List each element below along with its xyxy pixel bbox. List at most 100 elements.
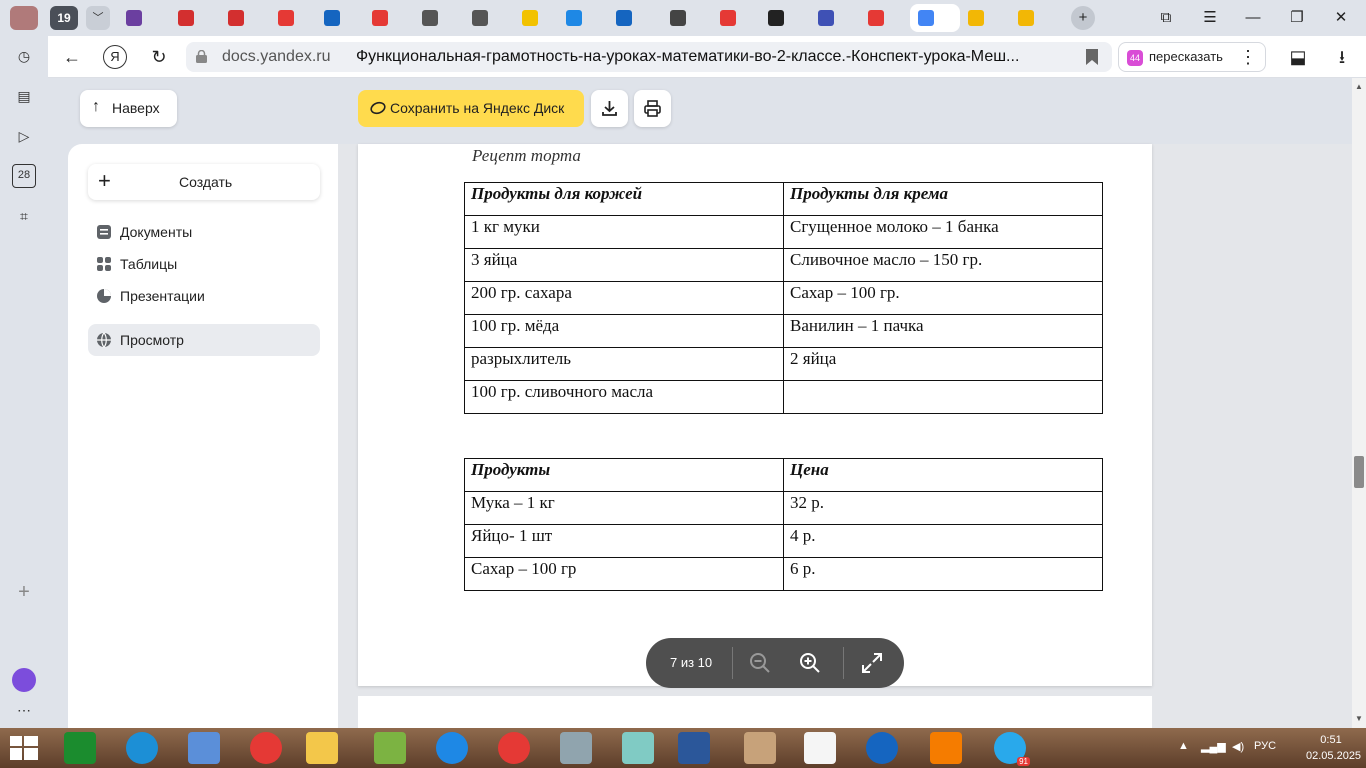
tab-8[interactable] bbox=[464, 4, 508, 32]
tab-5[interactable] bbox=[316, 4, 360, 32]
address-page-title: Функциональная-грамотность-на-уроках-мат… bbox=[356, 48, 1020, 65]
start-button[interactable] bbox=[10, 736, 38, 760]
create-button[interactable]: + Создать bbox=[88, 164, 320, 200]
extensions-icon[interactable]: ⬓ bbox=[1286, 45, 1310, 69]
tab-18[interactable] bbox=[960, 4, 1004, 32]
downloads-icon[interactable]: ⭳ bbox=[1330, 45, 1354, 69]
tab-6[interactable] bbox=[364, 4, 408, 32]
notes-icon[interactable]: ▤ bbox=[12, 84, 36, 108]
alice-icon[interactable] bbox=[12, 668, 36, 692]
minimize-button[interactable]: — bbox=[1241, 6, 1265, 30]
new-tab-button[interactable]: + bbox=[1071, 6, 1095, 30]
pdf-icon[interactable] bbox=[930, 732, 962, 764]
reload-button[interactable]: ↻ bbox=[147, 45, 171, 69]
language-indicator[interactable]: РУС bbox=[1254, 740, 1276, 752]
network-icon[interactable]: ▂▄▆ bbox=[1201, 740, 1226, 753]
table-cell: 200 гр. сахара bbox=[464, 281, 784, 315]
tab-favicon-icon bbox=[522, 10, 538, 26]
tab-3[interactable] bbox=[220, 4, 264, 32]
page-scrollbar[interactable]: ▲ ▼ bbox=[1352, 78, 1366, 728]
app-icon-2[interactable] bbox=[866, 732, 898, 764]
scroll-up-button[interactable]: ↑ Наверх bbox=[80, 90, 177, 127]
tab-11[interactable] bbox=[608, 4, 652, 32]
sidebar-more-icon[interactable]: ⋯ bbox=[12, 698, 36, 722]
collections-icon[interactable]: ⧉ bbox=[1154, 6, 1178, 30]
fullscreen-icon[interactable] bbox=[860, 651, 884, 675]
tab-favicon-icon bbox=[720, 10, 736, 26]
table-cell: Сахар – 100 гр. bbox=[783, 281, 1103, 315]
tab-favicon-icon bbox=[422, 10, 438, 26]
menu-icon[interactable]: ☰ bbox=[1198, 6, 1222, 30]
calculator-icon[interactable] bbox=[560, 732, 592, 764]
scroll-up-label: Наверх bbox=[112, 100, 160, 116]
download-button[interactable] bbox=[591, 90, 628, 127]
clock[interactable]: 0:51 02.05.2025 bbox=[1306, 732, 1361, 764]
word-icon[interactable] bbox=[678, 732, 710, 764]
zoom-in-icon[interactable] bbox=[798, 651, 822, 675]
telegram-icon[interactable]: 91 bbox=[994, 732, 1030, 766]
sidebar-item-documents[interactable]: Документы bbox=[88, 216, 320, 248]
yandex-icon[interactable] bbox=[498, 732, 530, 764]
sidebar-item-tables[interactable]: Таблицы bbox=[88, 248, 320, 280]
tab-1[interactable] bbox=[118, 4, 162, 32]
table-cell: 4 р. bbox=[783, 524, 1103, 558]
screenshot-icon[interactable]: ⌗ bbox=[12, 204, 36, 228]
browser-sidebar: ◷ ▤ ▷ 28 ⌗ + ⋯ bbox=[0, 36, 48, 728]
tab-10[interactable] bbox=[558, 4, 602, 32]
print-button[interactable] bbox=[634, 90, 671, 127]
calendar-icon[interactable]: 28 bbox=[12, 164, 36, 188]
table-cell: Мука – 1 кг bbox=[464, 491, 784, 525]
divider bbox=[843, 647, 844, 679]
yandex-browser-icon[interactable] bbox=[804, 732, 836, 764]
file-explorer-icon[interactable] bbox=[306, 732, 338, 764]
tab-14[interactable] bbox=[760, 4, 804, 32]
tab-16[interactable] bbox=[860, 4, 904, 32]
volume-app-icon[interactable] bbox=[188, 732, 220, 764]
yandex-home-button[interactable]: Я bbox=[103, 45, 127, 69]
table-header-cell: Продукты bbox=[464, 458, 784, 492]
app-icon[interactable] bbox=[622, 732, 654, 764]
tab-list-chevron-icon[interactable]: ﹀ bbox=[86, 6, 110, 30]
tab-9[interactable] bbox=[514, 4, 558, 32]
scroll-down-arrow-icon[interactable]: ▼ bbox=[1355, 714, 1363, 723]
close-window-button[interactable]: ✕ bbox=[1329, 6, 1353, 30]
back-button[interactable]: ← bbox=[60, 45, 84, 69]
edge-icon[interactable] bbox=[436, 732, 468, 764]
table-cell: 1 кг муки bbox=[464, 215, 784, 249]
tab-17-active[interactable] bbox=[910, 4, 960, 32]
history-icon[interactable]: ◷ bbox=[12, 44, 36, 68]
volume-icon[interactable]: ◀) bbox=[1232, 740, 1244, 753]
zoom-out-icon[interactable] bbox=[748, 651, 772, 675]
scroll-up-arrow-icon[interactable]: ▲ bbox=[1355, 82, 1363, 91]
tab-7[interactable] bbox=[414, 4, 458, 32]
clock-time: 0:51 bbox=[1320, 734, 1342, 746]
tab-4[interactable] bbox=[270, 4, 314, 32]
more-menu-icon[interactable]: ⋮ bbox=[1236, 45, 1260, 69]
paint-icon[interactable] bbox=[744, 732, 776, 764]
tab-13[interactable] bbox=[712, 4, 756, 32]
tab-favicon-icon bbox=[372, 10, 388, 26]
tab-12[interactable] bbox=[662, 4, 706, 32]
taskbar-app-icon[interactable] bbox=[64, 732, 96, 764]
tray-chevron-icon[interactable]: ▲ bbox=[1178, 740, 1189, 752]
save-to-disk-button[interactable]: Сохранить на Яндекс Диск bbox=[358, 90, 584, 127]
tab-15[interactable] bbox=[810, 4, 854, 32]
table-header-row: Продукты для коржей Продукты для крема bbox=[464, 182, 1103, 216]
bookmark-icon[interactable] bbox=[1086, 49, 1098, 65]
tab-19[interactable] bbox=[1010, 4, 1054, 32]
chrome-icon[interactable] bbox=[250, 732, 282, 764]
sidebar-item-label: Документы bbox=[120, 224, 193, 240]
restore-button[interactable]: ❐ bbox=[1285, 6, 1309, 30]
tab-2[interactable] bbox=[170, 4, 214, 32]
bluestacks-icon[interactable] bbox=[374, 732, 406, 764]
scrollbar-thumb[interactable] bbox=[1354, 456, 1364, 488]
tab-count-badge[interactable]: 19 bbox=[50, 6, 78, 30]
sidebar-item-presentations[interactable]: Презентации bbox=[88, 280, 320, 312]
sidebar-item-view[interactable]: Просмотр bbox=[88, 324, 320, 356]
video-icon[interactable]: ▷ bbox=[12, 124, 36, 148]
profile-avatar[interactable] bbox=[10, 6, 38, 30]
table-cell: Сгущенное молоко – 1 банка bbox=[783, 215, 1103, 249]
internet-explorer-icon[interactable] bbox=[126, 732, 158, 764]
address-bar[interactable]: docs.yandex.ru Функциональная-грамотност… bbox=[186, 42, 1112, 72]
add-panel-icon[interactable]: + bbox=[12, 580, 36, 604]
